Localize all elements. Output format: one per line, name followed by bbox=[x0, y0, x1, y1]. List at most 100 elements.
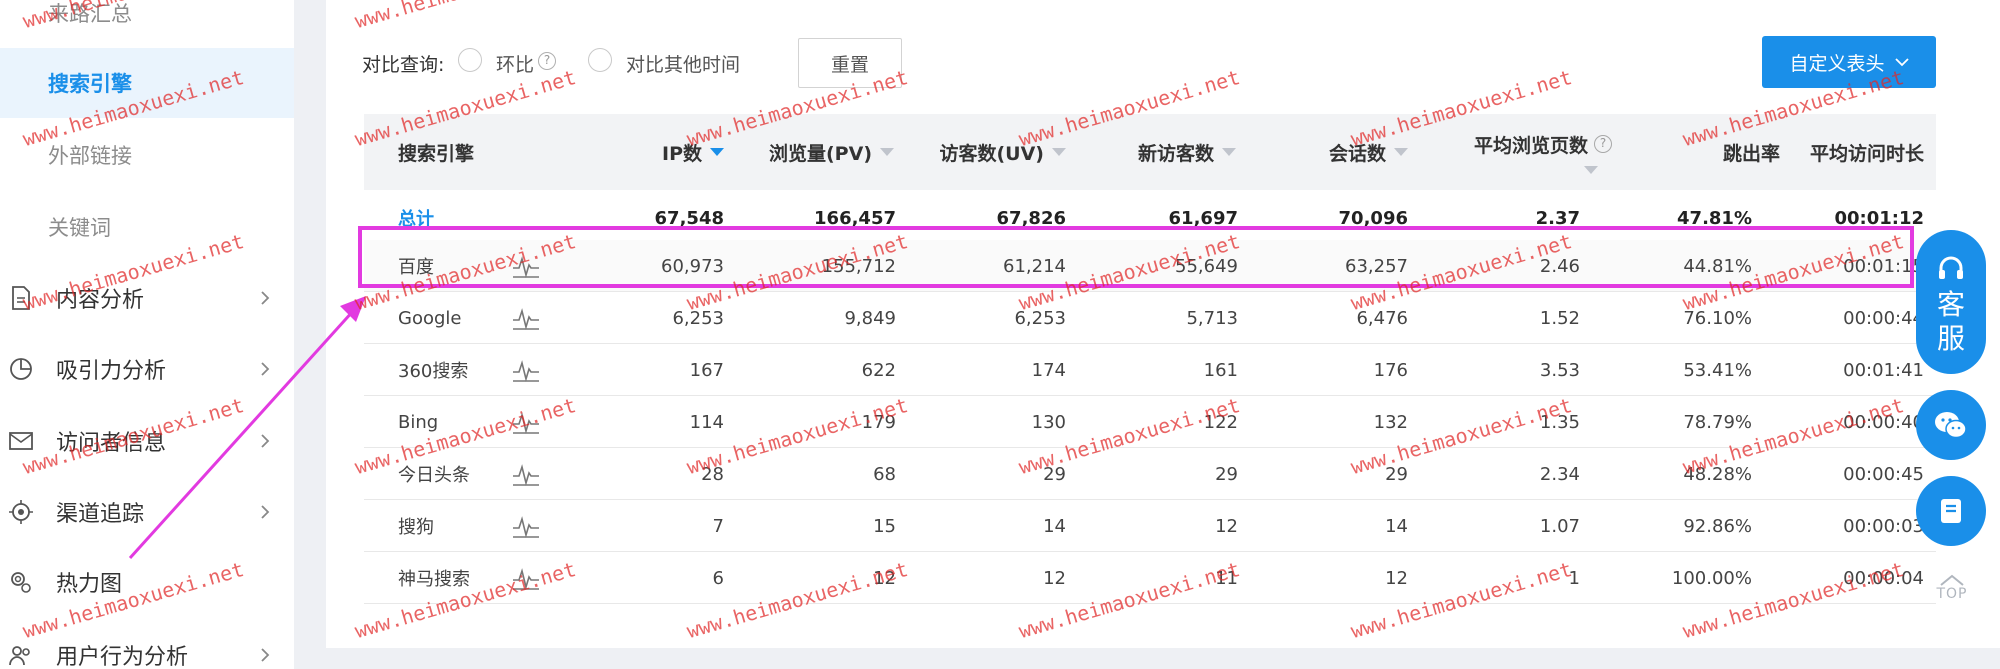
sort-down-icon bbox=[710, 148, 724, 156]
mail-icon bbox=[8, 428, 34, 454]
table-row-total: 总计 67,548 166,457 67,826 61,697 70,096 2… bbox=[364, 190, 1936, 240]
sidebar-sub-referral-summary[interactable]: 来路汇总 bbox=[48, 0, 132, 28]
sidebar-item-label: 热力图 bbox=[56, 572, 123, 597]
cell-sessions: 176 bbox=[1373, 359, 1408, 381]
cell-bounce-rate: 76.10% bbox=[1683, 307, 1752, 329]
cell-bounce-rate: 92.86% bbox=[1683, 515, 1752, 537]
cell-ip: 6 bbox=[712, 567, 724, 589]
reset-button[interactable]: 重置 bbox=[798, 38, 902, 88]
cell-avg-duration: 00:00:44 bbox=[1843, 307, 1924, 329]
column-header-label: 访客数(UV) bbox=[939, 142, 1044, 165]
cell-new-visitors: 11 bbox=[1215, 567, 1238, 589]
back-to-top-button[interactable]: TOP bbox=[1928, 574, 1976, 602]
chevron-right-icon bbox=[261, 648, 270, 662]
target-icon bbox=[8, 499, 34, 525]
column-header-new-visitors[interactable]: 新访客数 bbox=[1066, 114, 1236, 190]
sidebar-item-user-behavior[interactable]: 用户行为分析 bbox=[0, 630, 294, 669]
cell-ip: 6,253 bbox=[672, 307, 724, 329]
sidebar-item-visitor-info[interactable]: 访问者信息 bbox=[0, 416, 294, 466]
row-name: 360搜索 bbox=[398, 361, 469, 382]
row-name: 百度 bbox=[398, 257, 434, 278]
cell-new-visitors: 161 bbox=[1203, 359, 1238, 381]
cell-avg-pages: 2.46 bbox=[1539, 255, 1580, 277]
help-icon[interactable]: ? bbox=[538, 52, 556, 70]
cell-avg-pages: 1.52 bbox=[1539, 307, 1580, 329]
table-row: Google 6,253 9,849 6,253 5,713 6,476 1.52 76.10… bbox=[364, 292, 1936, 344]
column-header-label: 新访客数 bbox=[1137, 142, 1214, 165]
trend-chart-icon[interactable] bbox=[512, 514, 540, 538]
sort-down-icon bbox=[1222, 148, 1236, 156]
radio-other-time[interactable] bbox=[588, 48, 612, 72]
sidebar-item-label: 用户行为分析 bbox=[56, 645, 189, 669]
document-icon bbox=[8, 285, 34, 311]
row-name: Bing bbox=[398, 411, 439, 433]
column-header-engine: 搜索引擎 bbox=[398, 142, 475, 165]
sort-down-icon bbox=[880, 148, 894, 156]
sidebar-item-channel-tracking[interactable]: 渠道追踪 bbox=[0, 487, 294, 537]
cell-bounce-rate: 47.81% bbox=[1677, 207, 1752, 229]
column-header-ip[interactable]: IP数 bbox=[604, 114, 724, 190]
sidebar-item-label: 内容分析 bbox=[56, 288, 145, 313]
cell-uv: 130 bbox=[1031, 411, 1066, 433]
trend-chart-icon[interactable] bbox=[512, 254, 540, 278]
cell-pv: 12 bbox=[873, 567, 896, 589]
column-header-avg-duration: 平均访问时长 bbox=[1809, 142, 1924, 165]
cell-sessions: 70,096 bbox=[1338, 207, 1408, 229]
cell-uv: 12 bbox=[1043, 567, 1066, 589]
column-header-sessions[interactable]: 会话数 bbox=[1236, 114, 1408, 190]
column-header-avg-pages[interactable]: 平均浏览页数 ? bbox=[1452, 114, 1612, 190]
customer-service-button[interactable]: 客服 bbox=[1916, 230, 1986, 374]
cell-avg-pages: 2.34 bbox=[1539, 463, 1580, 485]
sidebar-sub-keywords[interactable]: 关键词 bbox=[48, 212, 111, 242]
column-header-label: 会话数 bbox=[1328, 142, 1386, 165]
manual-button[interactable] bbox=[1916, 476, 1986, 546]
cell-bounce-rate: 53.41% bbox=[1683, 359, 1752, 381]
users-icon bbox=[8, 642, 34, 668]
sidebar-item-label: 吸引力分析 bbox=[56, 359, 167, 384]
wechat-button[interactable] bbox=[1916, 390, 1986, 460]
trend-chart-icon[interactable] bbox=[512, 566, 540, 590]
chevron-down-icon bbox=[1894, 58, 1909, 67]
sidebar-sub-external-links[interactable]: 外部链接 bbox=[48, 140, 132, 170]
cell-uv: 67,826 bbox=[996, 207, 1066, 229]
column-header-label: 浏览量(PV) bbox=[769, 142, 872, 165]
trend-chart-icon[interactable] bbox=[512, 410, 540, 434]
sidebar-item-heatmap[interactable]: 热力图 bbox=[0, 557, 294, 607]
row-name: 今日头条 bbox=[398, 465, 470, 486]
column-header-label: IP数 bbox=[662, 142, 702, 165]
heatmap-icon bbox=[8, 569, 34, 595]
radio-mom-label: 环比 bbox=[496, 54, 535, 76]
cell-sessions: 12 bbox=[1385, 567, 1408, 589]
chevron-right-icon bbox=[261, 434, 270, 448]
custom-header-label: 自定义表头 bbox=[1789, 52, 1885, 75]
trend-chart-icon[interactable] bbox=[512, 462, 540, 486]
cell-pv: 622 bbox=[861, 359, 896, 381]
cell-uv: 29 bbox=[1043, 463, 1066, 485]
column-header-bounce-rate: 跳出率 bbox=[1722, 142, 1780, 165]
help-icon[interactable]: ? bbox=[1594, 135, 1612, 153]
headset-icon bbox=[1939, 256, 1963, 279]
sidebar-item-content-analysis[interactable]: 内容分析 bbox=[0, 273, 294, 323]
trend-chart-icon[interactable] bbox=[512, 306, 540, 330]
cell-sessions: 63,257 bbox=[1345, 255, 1408, 277]
sidebar-active-background bbox=[0, 48, 294, 118]
cell-pv: 15 bbox=[873, 515, 896, 537]
cell-new-visitors: 29 bbox=[1215, 463, 1238, 485]
column-header-pv[interactable]: 浏览量(PV) bbox=[724, 114, 894, 190]
table-header: 搜索引擎 IP数 浏览量(PV) 访客数(UV) 新访客数 会话数 平均浏览页数… bbox=[364, 114, 1936, 190]
custom-header-button[interactable]: 自定义表头 bbox=[1762, 36, 1936, 88]
table-row: Bing 114 179 130 122 132 1.35 78.79% 00:00:40 bbox=[364, 396, 1936, 448]
row-name: 搜狗 bbox=[398, 517, 434, 538]
sidebar-item-attraction-analysis[interactable]: 吸引力分析 bbox=[0, 344, 294, 394]
cell-pv: 68 bbox=[873, 463, 896, 485]
cell-ip: 67,548 bbox=[654, 207, 724, 229]
wechat-icon bbox=[1935, 412, 1967, 439]
row-name: 神马搜索 bbox=[398, 569, 470, 590]
column-header-uv[interactable]: 访客数(UV) bbox=[894, 114, 1066, 190]
trend-chart-icon[interactable] bbox=[512, 358, 540, 382]
radio-mom[interactable] bbox=[458, 48, 482, 72]
sidebar-sub-search-engine[interactable]: 搜索引擎 bbox=[48, 68, 132, 98]
cell-new-visitors: 55,649 bbox=[1175, 255, 1238, 277]
cell-avg-pages: 1 bbox=[1568, 567, 1580, 589]
cell-avg-pages: 3.53 bbox=[1539, 359, 1580, 381]
